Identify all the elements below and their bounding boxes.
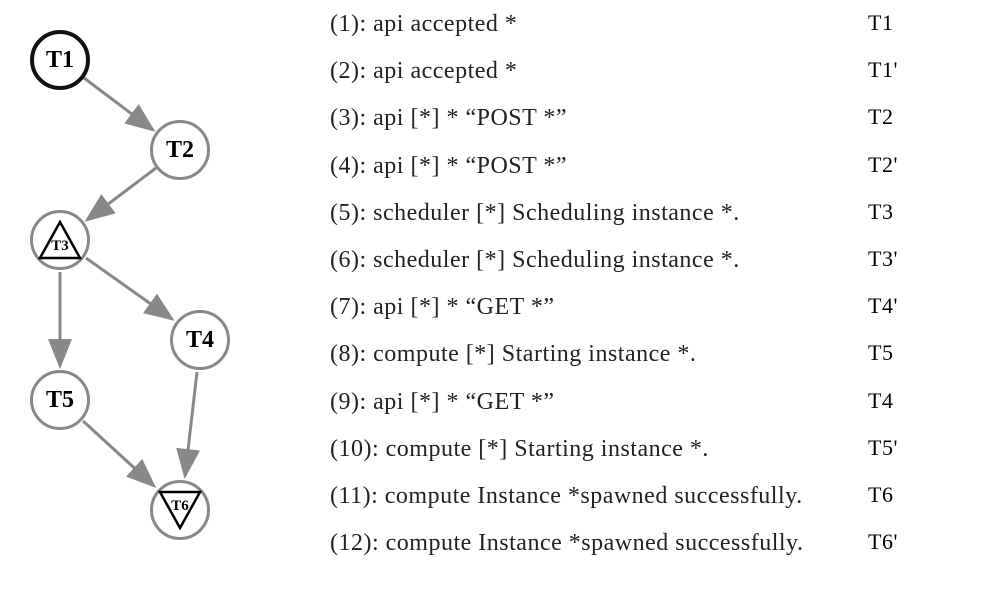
node-label: T1 xyxy=(46,47,74,74)
log-entry: (11): compute Instance *spawned successf… xyxy=(330,484,840,508)
template-tag: T6' xyxy=(868,531,978,553)
template-tag: T4' xyxy=(868,295,978,317)
node-label: T4 xyxy=(186,327,214,354)
log-entry: (4): api [*] * “POST *” xyxy=(330,154,840,178)
log-entry: (2): api accepted * xyxy=(330,59,840,83)
template-tag-column: T1 T1' T2 T2' T3 T3' T4' T5 T4 T5' T6 T6… xyxy=(868,12,978,578)
node-label: T2 xyxy=(166,137,194,164)
template-tag: T1 xyxy=(868,12,978,34)
log-entry: (1): api accepted * xyxy=(330,12,840,36)
template-tag: T1' xyxy=(868,59,978,81)
graph-node-t3: T3 xyxy=(30,210,90,270)
template-tag: T5 xyxy=(868,342,978,364)
log-entry: (3): api [*] * “POST *” xyxy=(330,106,840,130)
template-tag: T5' xyxy=(868,437,978,459)
log-entry: (6): scheduler [*] Scheduling instance *… xyxy=(330,248,840,272)
node-label: T5 xyxy=(46,387,74,414)
template-tag: T2 xyxy=(868,106,978,128)
template-tag: T4 xyxy=(868,390,978,412)
graph-node-t4: T4 xyxy=(170,310,230,370)
log-entry: (12): compute Instance *spawned successf… xyxy=(330,531,840,555)
log-entry: (7): api [*] * “GET *” xyxy=(330,295,840,319)
node-label: T3 xyxy=(51,238,69,255)
graph-node-t2: T2 xyxy=(150,120,210,180)
dependency-graph: T1 T2 T3 T4 T5 T6 xyxy=(0,0,285,593)
graph-node-t6: T6 xyxy=(150,480,210,540)
log-entry: (8): compute [*] Starting instance *. xyxy=(330,342,840,366)
graph-node-t5: T5 xyxy=(30,370,90,430)
template-tag: T2' xyxy=(868,154,978,176)
template-tag: T6 xyxy=(868,484,978,506)
graph-edges xyxy=(0,0,285,593)
graph-node-t1: T1 xyxy=(30,30,90,90)
log-entry: (9): api [*] * “GET *” xyxy=(330,390,840,414)
log-entry: (10): compute [*] Starting instance *. xyxy=(330,437,840,461)
template-tag: T3 xyxy=(868,201,978,223)
node-label: T6 xyxy=(171,498,189,515)
template-tag: T3' xyxy=(868,248,978,270)
log-entry: (5): scheduler [*] Scheduling instance *… xyxy=(330,201,840,225)
log-message-list: (1): api accepted * (2): api accepted * … xyxy=(330,12,840,578)
